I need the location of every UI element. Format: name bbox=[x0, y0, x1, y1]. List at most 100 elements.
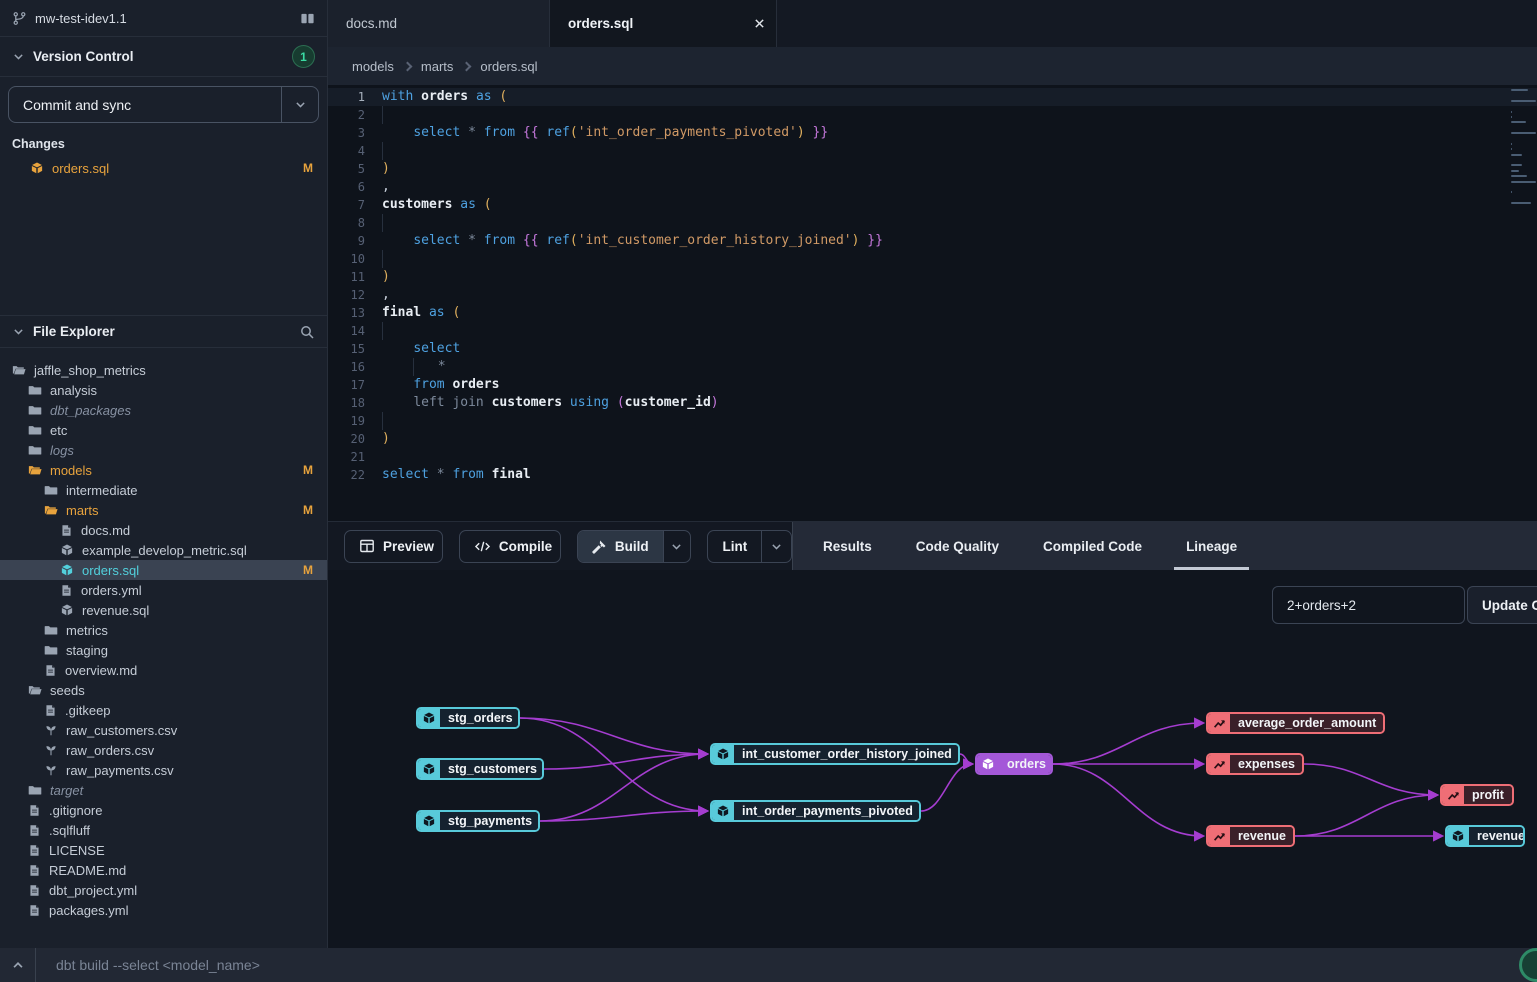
tree-item-target[interactable]: target bbox=[0, 780, 327, 800]
preview-button[interactable]: Preview bbox=[345, 531, 443, 562]
tree-item-label: orders.sql bbox=[82, 563, 303, 578]
metric-trend-icon bbox=[1208, 827, 1230, 845]
editor-tab-docs.md[interactable]: docs.md bbox=[328, 0, 550, 47]
lineage-node-int_customer_order_history_joined[interactable]: int_customer_order_history_joined bbox=[710, 743, 960, 765]
line-number: 22 bbox=[328, 466, 382, 484]
lineage-node-orders[interactable]: orders bbox=[975, 753, 1053, 775]
tree-item-marts[interactable]: martsM bbox=[0, 500, 327, 520]
tree-item-example_develop_metric.sql[interactable]: example_develop_metric.sql bbox=[0, 540, 327, 560]
tree-item-.sqlfluff[interactable]: .sqlfluff bbox=[0, 820, 327, 840]
code-line-19: 19 bbox=[328, 412, 1537, 430]
code-line-21: 21 bbox=[328, 448, 1537, 466]
chevron-up-icon bbox=[11, 958, 25, 972]
tree-item-.gitkeep[interactable]: .gitkeep bbox=[0, 700, 327, 720]
tree-item-LICENSE[interactable]: LICENSE bbox=[0, 840, 327, 860]
code-line-3: 3 select * from {{ ref('int_order_paymen… bbox=[328, 124, 1537, 142]
metric-trend-icon bbox=[1208, 714, 1230, 732]
tree-item-models[interactable]: modelsM bbox=[0, 460, 327, 480]
tree-item-label: dbt_project.yml bbox=[49, 883, 313, 898]
tree-item-docs.md[interactable]: docs.md bbox=[0, 520, 327, 540]
code-line-1: 1with orders as ( bbox=[328, 88, 1537, 106]
result-tabs: Results Code Quality Compiled Code Lineage bbox=[792, 522, 1537, 570]
editor-tab-orders.sql[interactable]: orders.sql bbox=[550, 0, 777, 47]
tree-item-label: docs.md bbox=[81, 523, 313, 538]
repo-name: mw-test-idev1.1 bbox=[35, 11, 300, 26]
tree-item-label: .sqlfluff bbox=[49, 823, 313, 838]
lineage-node-average_order_amount[interactable]: average_order_amount bbox=[1206, 712, 1385, 734]
code-icon bbox=[474, 539, 491, 554]
tree-item-packages.yml[interactable]: packages.yml bbox=[0, 900, 327, 920]
tree-item-logs[interactable]: logs bbox=[0, 440, 327, 460]
tree-item-raw_customers.csv[interactable]: raw_customers.csv bbox=[0, 720, 327, 740]
expand-command-bar-button[interactable] bbox=[0, 948, 36, 982]
model-cube-icon bbox=[1447, 827, 1469, 845]
lineage-node-stg_orders[interactable]: stg_orders bbox=[416, 707, 520, 729]
tree-item-analysis[interactable]: analysis bbox=[0, 380, 327, 400]
node-label: expenses bbox=[1230, 755, 1303, 773]
lineage-node-expenses[interactable]: expenses bbox=[1206, 753, 1304, 775]
lint-dropdown-button[interactable] bbox=[762, 531, 791, 562]
breadcrumb-item-orders.sql[interactable]: orders.sql bbox=[480, 59, 537, 74]
tree-item-label: etc bbox=[50, 423, 313, 438]
tree-item-overview.md[interactable]: overview.md bbox=[0, 660, 327, 680]
dbt-command-input[interactable] bbox=[36, 948, 1537, 982]
lineage-node-stg_payments[interactable]: stg_payments bbox=[416, 810, 540, 832]
tab-compiled-code[interactable]: Compiled Code bbox=[1041, 522, 1144, 570]
line-number: 19 bbox=[328, 412, 382, 430]
tree-item-raw_payments.csv[interactable]: raw_payments.csv bbox=[0, 760, 327, 780]
code-editor[interactable]: 1with orders as (23 select * from {{ ref… bbox=[328, 85, 1537, 521]
tree-item-orders.sql[interactable]: orders.sqlM bbox=[0, 560, 327, 580]
editor-minimap[interactable] bbox=[1510, 89, 1537, 208]
tree-item-metrics[interactable]: metrics bbox=[0, 620, 327, 640]
tree-item-README.md[interactable]: README.md bbox=[0, 860, 327, 880]
tree-item-revenue.sql[interactable]: revenue.sql bbox=[0, 600, 327, 620]
lineage-selector-input[interactable] bbox=[1272, 586, 1465, 624]
version-control-header[interactable]: Version Control 1 bbox=[0, 37, 327, 77]
tab-label: docs.md bbox=[346, 16, 397, 31]
update-graph-button[interactable]: Update G bbox=[1467, 586, 1537, 624]
build-button-group: Build bbox=[577, 530, 692, 563]
toolbar-buttons: Preview Compile Build Lint bbox=[328, 522, 792, 570]
tree-item-jaffle_shop_metrics[interactable]: jaffle_shop_metrics bbox=[0, 360, 327, 380]
preview-button-group: Preview bbox=[344, 530, 443, 563]
changed-file-orders.sql[interactable]: orders.sqlM bbox=[0, 157, 327, 179]
tree-item-etc[interactable]: etc bbox=[0, 420, 327, 440]
commit-and-sync-button[interactable]: Commit and sync bbox=[8, 86, 319, 123]
modified-badge: M bbox=[303, 563, 313, 577]
tree-item-staging[interactable]: staging bbox=[0, 640, 327, 660]
file-explorer-header[interactable]: File Explorer bbox=[0, 315, 327, 348]
commit-dropdown-button[interactable] bbox=[282, 87, 318, 122]
file-icon bbox=[28, 804, 41, 817]
tab-results[interactable]: Results bbox=[821, 522, 874, 570]
tree-item-orders.yml[interactable]: orders.yml bbox=[0, 580, 327, 600]
lineage-node-stg_customers[interactable]: stg_customers bbox=[416, 758, 544, 780]
tree-item-intermediate[interactable]: intermediate bbox=[0, 480, 327, 500]
search-icon[interactable] bbox=[299, 324, 315, 340]
tree-item-raw_orders.csv[interactable]: raw_orders.csv bbox=[0, 740, 327, 760]
tree-item-dbt_project.yml[interactable]: dbt_project.yml bbox=[0, 880, 327, 900]
lineage-node-int_order_payments_pivoted[interactable]: int_order_payments_pivoted bbox=[710, 800, 921, 822]
model-cube-icon bbox=[712, 802, 734, 820]
code-line-content: , bbox=[382, 178, 390, 196]
line-number: 2 bbox=[328, 106, 382, 124]
lint-button[interactable]: Lint bbox=[708, 531, 761, 562]
lineage-node-revenue_model[interactable]: revenue bbox=[1445, 825, 1525, 847]
lineage-node-revenue_metric[interactable]: revenue bbox=[1206, 825, 1295, 847]
breadcrumb-item-marts[interactable]: marts bbox=[421, 59, 454, 74]
breadcrumb-item-models[interactable]: models bbox=[352, 59, 394, 74]
tab-label: Results bbox=[823, 539, 872, 554]
tab-code-quality[interactable]: Code Quality bbox=[914, 522, 1001, 570]
lineage-node-profit[interactable]: profit bbox=[1440, 784, 1514, 806]
modified-badge: M bbox=[303, 463, 313, 477]
tree-item-dbt_packages[interactable]: dbt_packages bbox=[0, 400, 327, 420]
tab-lineage[interactable]: Lineage bbox=[1184, 522, 1239, 570]
tree-item-seeds[interactable]: seeds bbox=[0, 680, 327, 700]
split-columns-icon[interactable] bbox=[300, 11, 315, 26]
build-dropdown-button[interactable] bbox=[663, 531, 690, 562]
build-button[interactable]: Build bbox=[578, 531, 663, 562]
line-number: 1 bbox=[328, 88, 382, 106]
compile-button[interactable]: Compile bbox=[460, 531, 561, 562]
tree-item-.gitignore[interactable]: .gitignore bbox=[0, 800, 327, 820]
close-tab-icon[interactable] bbox=[753, 17, 766, 30]
line-number: 17 bbox=[328, 376, 382, 394]
